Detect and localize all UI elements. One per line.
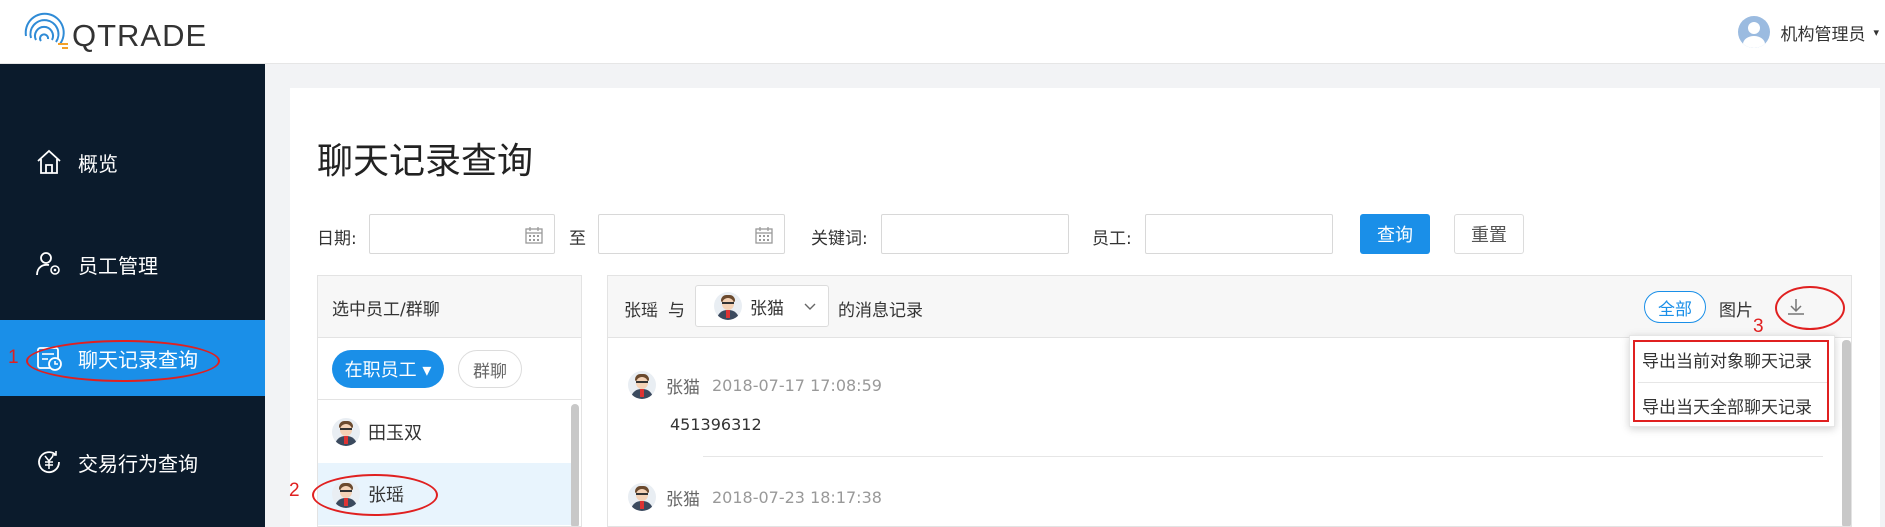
download-icon[interactable] [1783, 294, 1809, 320]
sidebar-item-label: 聊天记录查询 [78, 347, 198, 372]
export-current-chat-item[interactable]: 导出当前对象聊天记录 [1630, 337, 1836, 381]
chat-subject: 张瑶 [624, 301, 658, 321]
page-title: 聊天记录查询 [317, 141, 534, 182]
tab-active-employees[interactable]: 在职员工 ▾ [332, 350, 444, 388]
chevron-down-icon [804, 303, 816, 310]
caret-down-icon: ▾ [1873, 25, 1879, 39]
with-label: 与 [668, 301, 685, 321]
message-sender: 张猫 [666, 489, 700, 510]
annotation-number-1: 1 [8, 347, 19, 368]
sidebar-item-label: 交易行为查询 [78, 451, 198, 476]
employee-name: 张瑶 [368, 485, 404, 506]
sidebar-item-chat-records[interactable]: 聊天记录查询 [0, 320, 265, 396]
avatar [628, 483, 656, 511]
brand-name: QTRADE [72, 18, 208, 53]
keyword-input[interactable] [881, 214, 1069, 254]
message-sender: 张猫 [666, 377, 700, 398]
brand-logo[interactable]: QTRADE [20, 6, 210, 56]
list-item[interactable]: 田玉双 [318, 401, 573, 463]
sidebar-item-employees[interactable]: 员工管理 [0, 226, 265, 302]
chat-record-icon [37, 347, 62, 371]
sidebar-item-overview[interactable]: 概览 [0, 124, 265, 200]
message-meta: 张猫 2018-07-23 18:17:38 [628, 483, 882, 511]
main-content: 聊天记录查询 日期: 至 关键词: 员工: 查询 重置 选中员工/群聊 在职员工… [290, 88, 1880, 527]
message-meta: 张猫 2018-07-17 17:08:59 [628, 371, 882, 399]
date-separator: 至 [569, 229, 586, 249]
employee-panel: 选中员工/群聊 在职员工 ▾ 群聊 田玉双 张瑶 [317, 275, 582, 527]
employee-name: 田玉双 [368, 423, 422, 444]
user-menu[interactable]: 机构管理员 ▾ [1738, 12, 1885, 52]
sidebar-item-trade-behavior[interactable]: 交易行为查询 [0, 424, 265, 500]
message-time: 2018-07-23 18:17:38 [712, 487, 882, 507]
date-start-input[interactable] [369, 214, 555, 254]
employee-input[interactable] [1145, 214, 1333, 254]
scrollbar[interactable] [1842, 340, 1851, 526]
message-time: 2018-07-17 17:08:59 [712, 375, 882, 395]
contact-select[interactable]: 张猫 [695, 285, 829, 327]
sidebar-item-label: 概览 [78, 151, 118, 176]
list-item[interactable]: 张瑶 [318, 463, 573, 525]
user-gear-icon [36, 252, 60, 276]
records-label: 的消息记录 [838, 301, 923, 321]
message-divider [703, 456, 1823, 457]
annotation-number-3: 3 [1753, 316, 1764, 337]
user-name: 机构管理员 [1780, 24, 1866, 45]
calendar-icon [525, 227, 543, 244]
sidebar: 概览 员工管理 聊天记录查询 交易行为查询 [0, 64, 265, 527]
annotation-number-2: 2 [289, 480, 300, 501]
employee-tabs: 在职员工 ▾ 群聊 [318, 338, 581, 400]
fingerprint-logo-icon [24, 12, 68, 49]
home-icon [37, 149, 61, 174]
avatar [714, 292, 742, 320]
avatar [332, 480, 360, 508]
date-label: 日期: [317, 229, 357, 249]
filter-all-button[interactable]: 全部 [1644, 291, 1706, 323]
date-end-input[interactable] [598, 214, 785, 254]
search-button[interactable]: 查询 [1360, 214, 1430, 254]
reset-button[interactable]: 重置 [1454, 214, 1524, 254]
sidebar-item-label: 员工管理 [78, 253, 158, 278]
message-text: 451396312 [670, 415, 762, 434]
filter-bar: 日期: 至 关键词: 员工: 查询 重置 [317, 214, 1817, 254]
avatar [628, 371, 656, 399]
chat-header: 张瑶 与 张猫 的消息记录 全部 图片 [608, 276, 1851, 338]
avatar [332, 418, 360, 446]
export-dropdown: 导出当前对象聊天记录 导出当天全部聊天记录 [1629, 335, 1835, 427]
avatar [1738, 16, 1771, 48]
filter-images-button[interactable]: 图片 [1719, 296, 1753, 321]
employee-label: 员工: [1092, 229, 1132, 249]
top-bar: QTRADE 机构管理员 ▾ [0, 0, 1885, 64]
tab-group-chats[interactable]: 群聊 [458, 350, 522, 388]
export-all-today-item[interactable]: 导出当天全部聊天记录 [1630, 383, 1836, 427]
yen-cycle-icon [38, 451, 60, 474]
employee-panel-title: 选中员工/群聊 [318, 276, 581, 338]
contact-name: 张猫 [750, 298, 784, 319]
scrollbar[interactable] [571, 404, 579, 526]
calendar-icon [755, 227, 773, 244]
keyword-label: 关键词: [811, 229, 868, 249]
